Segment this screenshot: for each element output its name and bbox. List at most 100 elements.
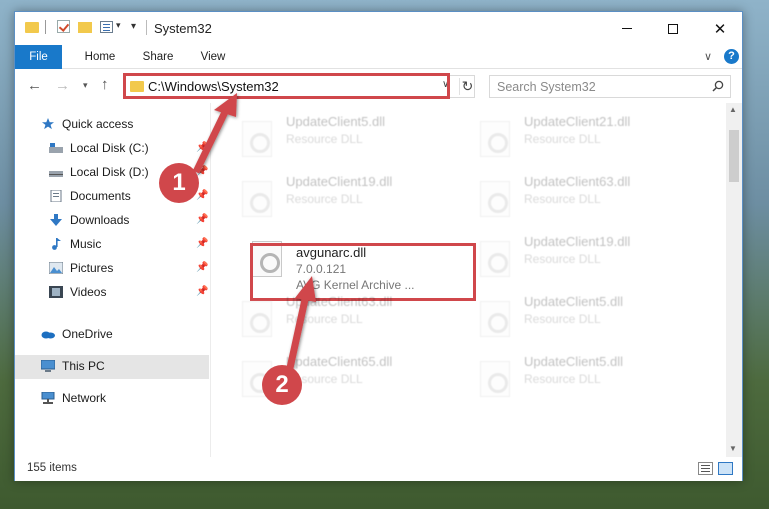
sidebar-item-label: Network xyxy=(62,391,107,405)
sidebar-item-label: Local Disk (D:) xyxy=(70,165,149,179)
pin-icon[interactable]: 📌 xyxy=(196,286,208,297)
file-explorer-window: ▾ ▾ System32 ✕ File Home Share View ∨ ? … xyxy=(14,11,743,481)
music-icon xyxy=(52,238,61,250)
title-bar: ▾ ▾ System32 ✕ xyxy=(15,12,742,45)
file-description: Resource DLL xyxy=(524,192,601,206)
file-description: Resource DLL xyxy=(286,132,363,146)
file-description: Resource DLL xyxy=(524,372,601,386)
star-icon xyxy=(42,118,54,130)
file-description: Resource DLL xyxy=(286,312,363,326)
file-name: UpdateClient5.dll xyxy=(286,114,386,129)
sidebar-item-label: OneDrive xyxy=(62,327,113,341)
customize-toolbar-icon[interactable]: ▾ xyxy=(131,21,136,32)
file-name: UpdateClient5.dll xyxy=(524,354,624,369)
expand-ribbon-icon[interactable]: ∨ xyxy=(704,50,712,63)
tab-file[interactable]: File xyxy=(15,45,62,69)
dll-file-icon xyxy=(480,361,510,397)
properties-icon[interactable] xyxy=(100,21,113,33)
file-tile[interactable]: UpdateClient19.dll Resource DLL xyxy=(474,233,694,285)
tab-view[interactable]: View xyxy=(191,45,235,69)
sidebar-item-label: Quick access xyxy=(62,117,134,131)
dll-file-icon xyxy=(242,181,272,217)
sidebar-item-label: Music xyxy=(70,237,102,251)
file-name: UpdateClient65.dll xyxy=(286,354,393,369)
item-count: 155 items xyxy=(27,462,77,474)
file-list: UpdateClient5.dll Resource DLL UpdateCli… xyxy=(212,103,727,457)
tab-share[interactable]: Share xyxy=(135,45,181,69)
ribbon-tabs: File Home Share View ∨ ? xyxy=(15,45,742,69)
properties-check-icon[interactable] xyxy=(57,20,70,33)
file-description: Resource DLL xyxy=(524,252,601,266)
large-icons-view-icon[interactable] xyxy=(718,462,733,475)
search-icon[interactable] xyxy=(712,80,724,92)
navigation-bar: ← → ▾ ↑ C:\Windows\System32 ∨ ↻ Search S… xyxy=(15,69,742,103)
file-name: UpdateClient63.dll xyxy=(524,174,631,189)
dll-file-icon xyxy=(480,181,510,217)
file-tile[interactable]: UpdateClient5.dll Resource DLL xyxy=(474,353,694,405)
new-folder-icon[interactable] xyxy=(78,22,92,33)
file-tile[interactable]: UpdateClient21.dll Resource DLL xyxy=(474,113,694,165)
file-tile[interactable]: UpdateClient63.dll Resource DLL xyxy=(236,293,456,345)
navigation-pane: Quick access Local Disk (C:) 📌 Local Dis… xyxy=(15,103,211,457)
details-view-icon[interactable] xyxy=(698,462,713,475)
file-tile[interactable]: UpdateClient19.dll Resource DLL xyxy=(236,173,456,225)
scroll-down-icon[interactable]: ▼ xyxy=(729,444,737,453)
file-tile[interactable]: UpdateClient63.dll Resource DLL xyxy=(474,173,694,225)
search-placeholder: Search System32 xyxy=(497,80,596,94)
scroll-up-icon[interactable]: ▲ xyxy=(729,105,737,114)
refresh-icon[interactable]: ↻ xyxy=(459,78,475,95)
dll-file-icon xyxy=(480,121,510,157)
file-description: Resource DLL xyxy=(286,192,363,206)
pin-icon[interactable]: 📌 xyxy=(196,214,208,225)
computer-icon xyxy=(41,360,55,372)
back-arrow-icon[interactable]: ← xyxy=(27,77,42,94)
file-name: UpdateClient63.dll xyxy=(286,294,393,309)
scrollbar-thumb[interactable] xyxy=(729,130,739,182)
file-description: Resource DLL xyxy=(524,132,601,146)
dll-file-icon xyxy=(242,301,272,337)
file-name: UpdateClient19.dll xyxy=(524,234,631,249)
file-name: UpdateClient5.dll xyxy=(524,294,624,309)
drive-icon xyxy=(49,171,63,177)
dll-file-icon xyxy=(242,121,272,157)
vertical-scrollbar[interactable]: ▲ ▼ xyxy=(726,103,742,457)
dll-file-icon xyxy=(480,241,510,277)
search-input[interactable]: Search System32 xyxy=(489,75,731,98)
videos-icon xyxy=(49,286,63,298)
pin-icon[interactable]: 📌 xyxy=(196,190,208,201)
minimize-button[interactable] xyxy=(604,12,650,45)
sidebar-item-label: Pictures xyxy=(70,261,114,275)
sidebar-item-label: This PC xyxy=(62,359,105,373)
pin-icon[interactable]: 📌 xyxy=(196,142,208,153)
pictures-icon xyxy=(49,262,63,274)
close-button[interactable]: ✕ xyxy=(697,12,743,45)
annotation-badge-1: 1 xyxy=(159,163,199,203)
pin-icon[interactable]: 📌 xyxy=(196,238,208,249)
cloud-icon xyxy=(41,331,55,339)
file-name: UpdateClient21.dll xyxy=(524,114,631,129)
annotation-badge-2: 2 xyxy=(262,365,302,405)
tab-home[interactable]: Home xyxy=(75,45,125,69)
window-title: System32 xyxy=(154,21,212,36)
maximize-button[interactable] xyxy=(650,12,696,45)
pin-icon[interactable]: 📌 xyxy=(196,262,208,273)
forward-arrow-icon[interactable]: → xyxy=(55,77,70,94)
drive-icon xyxy=(49,143,63,153)
divider xyxy=(146,20,147,35)
folder-icon xyxy=(25,22,39,33)
file-tile[interactable]: UpdateClient5.dll Resource DLL xyxy=(236,113,456,165)
chevron-down-icon[interactable]: ▾ xyxy=(116,20,121,31)
divider xyxy=(45,20,46,34)
downloads-icon xyxy=(50,214,62,226)
file-description: Resource DLL xyxy=(524,312,601,326)
up-arrow-icon[interactable]: ↑ xyxy=(101,76,109,93)
file-name: UpdateClient19.dll xyxy=(286,174,393,189)
status-bar: 155 items xyxy=(15,458,742,481)
address-highlight xyxy=(123,73,450,99)
sidebar-item-label: Downloads xyxy=(70,213,130,227)
recent-locations-icon[interactable]: ▾ xyxy=(83,80,88,91)
file-tile[interactable]: UpdateClient5.dll Resource DLL xyxy=(474,293,694,345)
help-icon[interactable]: ? xyxy=(724,49,739,64)
sidebar-item-label: Videos xyxy=(70,285,107,299)
sidebar-item-label: Local Disk (C:) xyxy=(70,141,149,155)
